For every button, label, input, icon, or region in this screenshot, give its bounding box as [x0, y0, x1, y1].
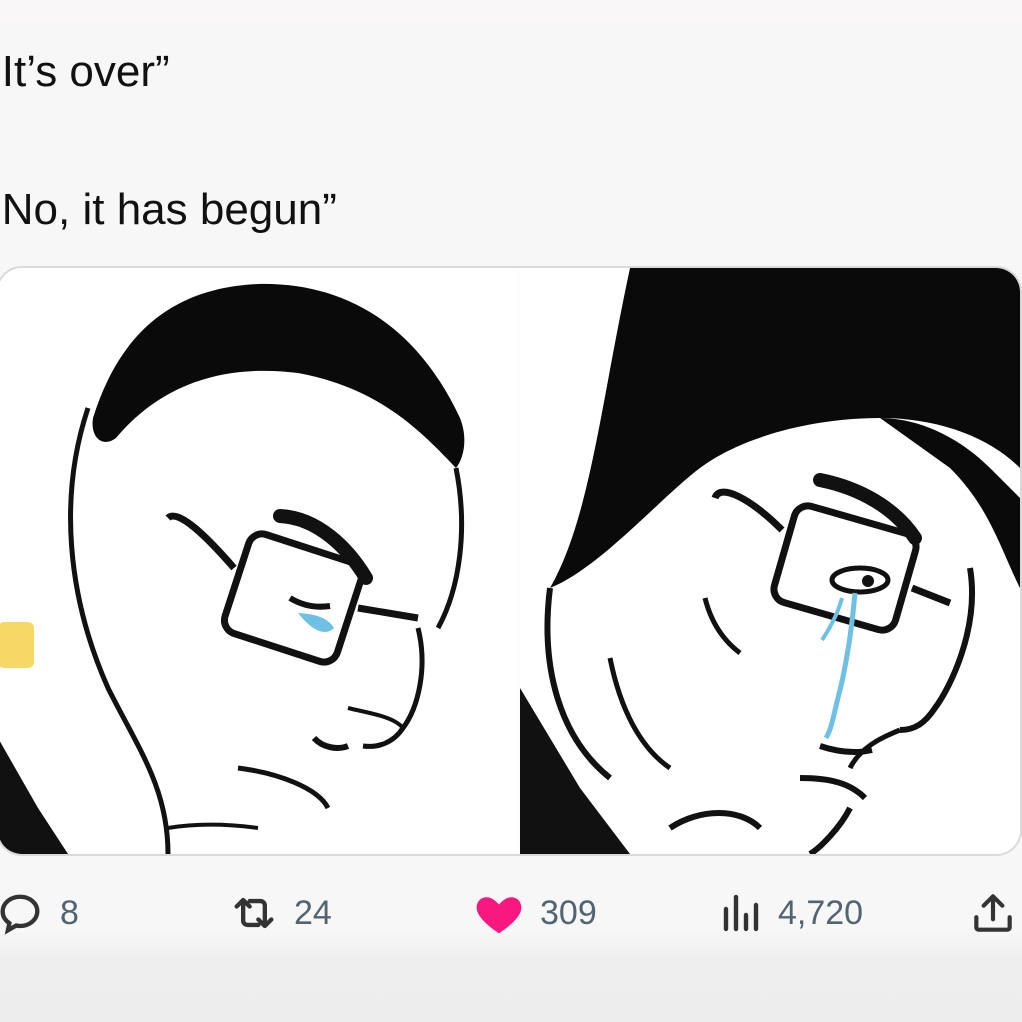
like-count: 309: [540, 893, 597, 932]
tweet-text-line-1: ’It’s over”: [0, 47, 170, 96]
like-button[interactable]: 309: [472, 878, 597, 948]
retweet-icon: [228, 887, 280, 939]
share-button[interactable]: [968, 878, 1018, 948]
reply-count: 8: [60, 893, 79, 932]
media-image-right[interactable]: [520, 268, 1020, 854]
retweet-button[interactable]: 24: [228, 878, 332, 948]
views-icon: [716, 887, 764, 939]
reply-button[interactable]: 8: [0, 878, 79, 948]
tweet-text-line-2: ’No, it has begun”: [0, 185, 337, 234]
views-button[interactable]: 4,720: [716, 878, 863, 948]
media-image-left[interactable]: [0, 268, 518, 854]
heart-icon: [472, 886, 526, 940]
reply-icon: [0, 887, 46, 939]
share-icon: [968, 887, 1018, 939]
views-count: 4,720: [778, 893, 864, 932]
tweet-action-bar: 8 24 309 4,720: [0, 878, 1022, 948]
retweet-count: 24: [294, 893, 332, 932]
media-card[interactable]: [0, 266, 1022, 856]
